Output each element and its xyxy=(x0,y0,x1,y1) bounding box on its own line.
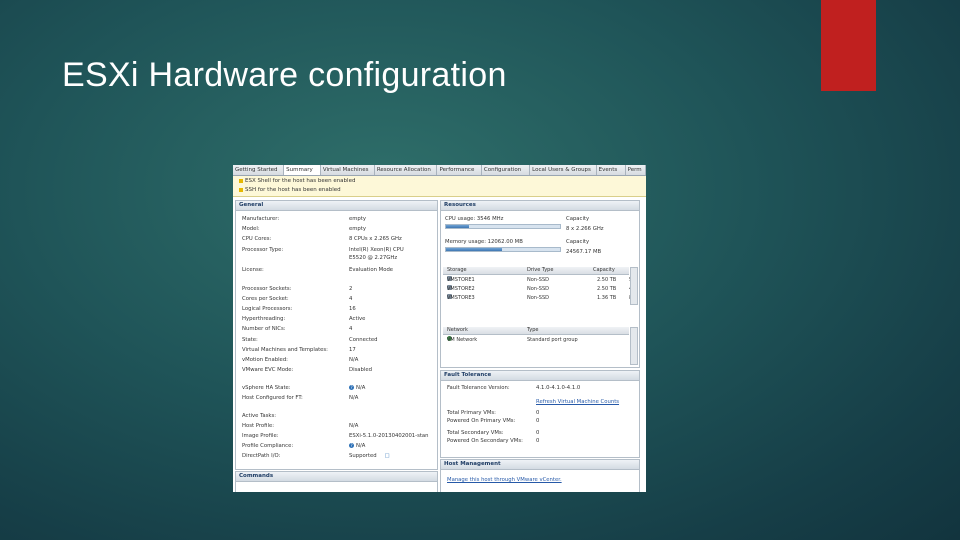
info-row: VMware EVC Mode: Disabled xyxy=(242,367,373,373)
commands-panel-title: Commands xyxy=(236,472,437,482)
info-row: DirectPath I/O: Supported □ xyxy=(242,453,390,459)
memory-usage-label: Memory usage: 12062.00 MB xyxy=(445,239,523,245)
manage-host-link[interactable]: Manage this host through VMware vCenter. xyxy=(447,476,562,484)
tab-local-users-groups[interactable]: Local Users & Groups xyxy=(530,165,597,175)
info-row: vMotion Enabled: N/A xyxy=(242,357,359,363)
info-row: E5520 @ 2.27GHz xyxy=(349,255,398,261)
host-management-panel: Host Management Manage this host through… xyxy=(440,459,640,492)
help-icon[interactable]: ? xyxy=(349,443,354,448)
red-accent-block xyxy=(821,0,876,91)
info-row: Profile Compliance:? N/A xyxy=(242,443,366,449)
info-row: Powered On Secondary VMs: 0 xyxy=(447,438,540,444)
info-row: Host Profile: N/A xyxy=(242,423,359,429)
general-panel: General Manufacturer: empty Model: empty C… xyxy=(235,200,438,470)
cpu-capacity-value: 8 x 2.266 GHz xyxy=(566,226,604,232)
memory-usage-bar xyxy=(445,247,561,252)
tab-getting-started[interactable]: Getting Started xyxy=(233,165,285,175)
resources-panel-title: Resources xyxy=(441,201,639,211)
warning-icon xyxy=(239,178,243,183)
info-row: Virtual Machines and Templates: 17 xyxy=(242,347,356,353)
tab-virtual-machines[interactable]: Virtual Machines xyxy=(320,165,375,175)
info-row: vSphere HA State:? N/A xyxy=(242,385,366,391)
info-row: State: Connected xyxy=(242,337,378,343)
resources-panel: Resources CPU usage: 3546 MHz Capacity 8… xyxy=(440,200,640,368)
memory-capacity-label: Capacity xyxy=(566,239,590,245)
tab-performance[interactable]: Performance xyxy=(437,165,482,175)
info-row: Processor Sockets: 2 xyxy=(242,286,353,292)
info-row: Logical Processors: 16 xyxy=(242,306,356,312)
tab-events[interactable]: Events xyxy=(596,165,626,175)
network-table-header: Network Type xyxy=(443,327,629,335)
column-header-capacity[interactable]: Capacity xyxy=(593,267,615,274)
fault-tolerance-panel-title: Fault Tolerance xyxy=(441,371,639,381)
vsphere-summary-screenshot: Getting Started Summary Virtual Machines… xyxy=(233,165,646,492)
table-row[interactable]: VMSTORE1 Non-SSD 2.50 TB 50 xyxy=(443,276,639,284)
info-row: Powered On Primary VMs: 0 xyxy=(447,418,540,424)
refresh-vm-counts-link[interactable]: Refresh Virtual Machine Counts xyxy=(536,398,619,406)
info-row: Manufacturer: empty xyxy=(242,216,366,222)
tab-summary[interactable]: Summary xyxy=(284,165,321,175)
warning-line: ESX Shell for the host has been enabled xyxy=(239,177,355,185)
info-row: Active Tasks: xyxy=(242,413,277,419)
storage-scrollbar[interactable] xyxy=(630,267,638,305)
table-row[interactable]: VM Network Standard port group xyxy=(443,336,629,344)
commands-panel: Commands xyxy=(235,471,438,492)
warning-icon xyxy=(239,187,243,192)
warning-banner: ESX Shell for the host has been enabled … xyxy=(233,176,646,197)
info-row: Image Profile: ESXi-5.1.0-20130402001-sta… xyxy=(242,433,429,439)
fault-tolerance-panel: Fault Tolerance Fault Tolerance Version:… xyxy=(440,370,640,458)
info-row: Total Secondary VMs: 0 xyxy=(447,430,540,436)
memory-usage-fill xyxy=(446,248,502,251)
info-row: Fault Tolerance Version: 4.1.0-4.1.0-4.1.… xyxy=(447,385,581,391)
info-row: Processor Type: Intel(R) Xeon(R) CPU xyxy=(242,247,404,253)
table-row[interactable]: VMSTORE2 Non-SSD 2.50 TB 49 xyxy=(443,285,639,293)
info-row: License: Evaluation Mode xyxy=(242,267,394,273)
column-header-type[interactable]: Type xyxy=(527,327,538,334)
table-row[interactable]: VMSTORE3 Non-SSD 1.36 TB 84 xyxy=(443,294,639,302)
info-row: CPU Cores: 8 CPUs x 2.265 GHz xyxy=(242,236,402,242)
cpu-capacity-label: Capacity xyxy=(566,216,590,222)
network-scrollbar[interactable] xyxy=(630,327,638,365)
storage-table-header: Storage Drive Type Capacity xyxy=(443,267,629,275)
help-icon[interactable]: ? xyxy=(349,385,354,390)
host-management-panel-title: Host Management xyxy=(441,460,639,470)
general-panel-title: General xyxy=(236,201,437,211)
cpu-usage-fill xyxy=(446,225,469,228)
info-bubble-icon[interactable]: □ xyxy=(385,453,390,459)
memory-capacity-value: 24567.17 MB xyxy=(566,249,602,255)
info-row: Number of NICs: 4 xyxy=(242,326,353,332)
warning-line: SSH for the host has been enabled xyxy=(239,186,341,194)
info-row: Hyperthreading: Active xyxy=(242,316,366,322)
tab-permissions[interactable]: Perm xyxy=(625,165,646,175)
cpu-usage-bar xyxy=(445,224,561,229)
column-header-network[interactable]: Network xyxy=(447,327,468,334)
tab-configuration[interactable]: Configuration xyxy=(481,165,531,175)
column-header-storage[interactable]: Storage xyxy=(447,267,467,274)
info-row: Cores per Socket: 4 xyxy=(242,296,353,302)
info-row: Model: empty xyxy=(242,226,366,232)
slide-title: ESXi Hardware configuration xyxy=(62,56,507,94)
tab-bar: Getting Started Summary Virtual Machines… xyxy=(233,165,646,176)
info-row: Host Configured for FT: N/A xyxy=(242,395,359,401)
cpu-usage-label: CPU usage: 3546 MHz xyxy=(445,216,504,222)
column-header-drive-type[interactable]: Drive Type xyxy=(527,267,553,274)
tab-resource-allocation[interactable]: Resource Allocation xyxy=(374,165,438,175)
info-row: Total Primary VMs: 0 xyxy=(447,410,540,416)
